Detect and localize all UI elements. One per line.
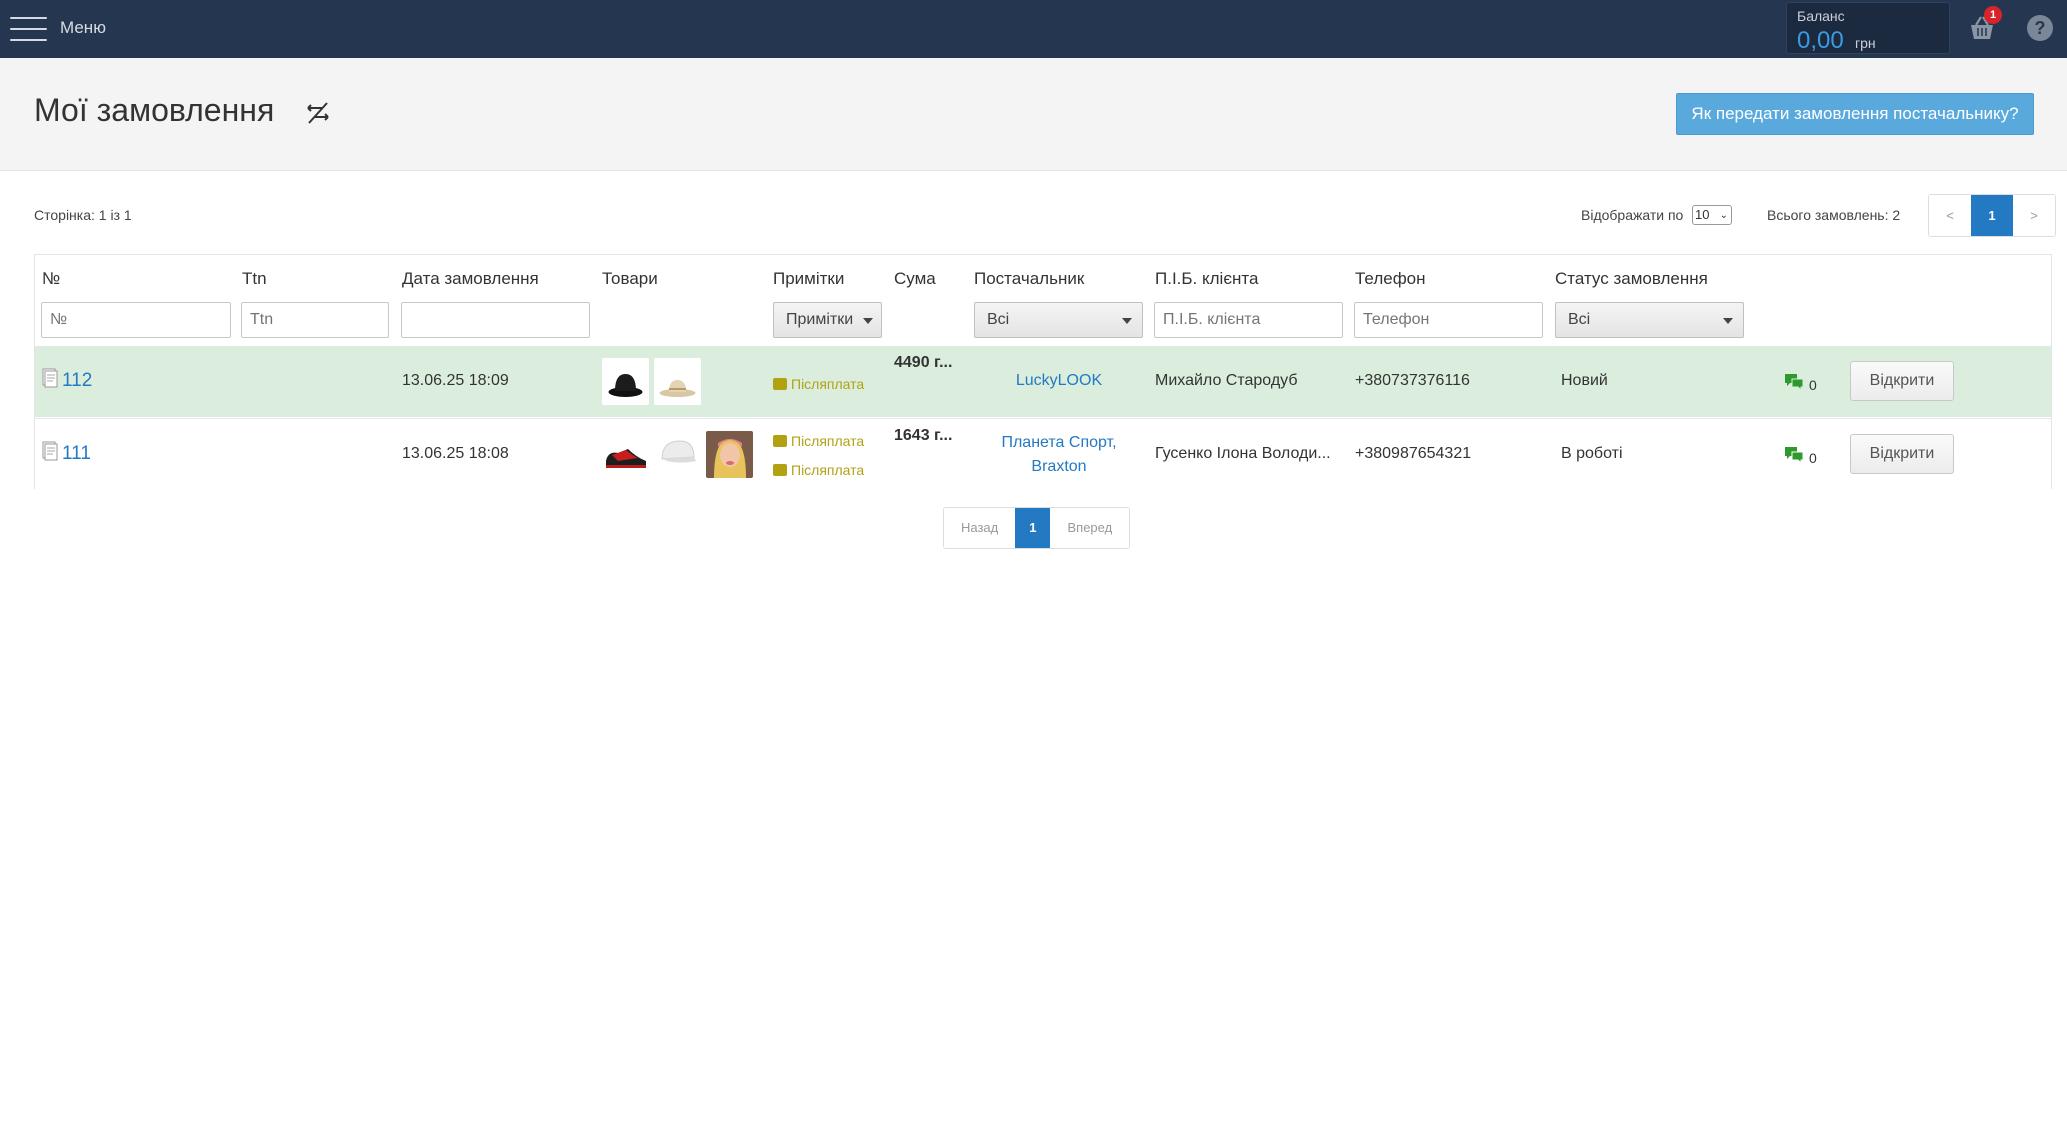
page-header: Мої замовлення Як передати замовлення по… <box>0 58 2067 171</box>
product-thumb-black-hat[interactable] <box>602 358 649 405</box>
product-thumb-beige-hat[interactable] <box>654 358 701 405</box>
supplier-name[interactable]: Планета Спорт, <box>974 431 1144 455</box>
filter-phone-input[interactable] <box>1354 302 1543 338</box>
col-header-status: Статус замовлення <box>1555 269 1708 288</box>
hamburger-menu-icon[interactable] <box>10 17 47 41</box>
note-badge: Післяплата <box>773 376 864 392</box>
filter-supplier-select[interactable]: Всі <box>974 302 1143 338</box>
product-thumb-woman-photo[interactable] <box>706 431 753 478</box>
filter-status-value: Всі <box>1568 311 1591 328</box>
balance-box: Баланс 0,00 грн <box>1786 2 1950 54</box>
cart-count-badge: 1 <box>1984 6 2002 24</box>
col-header-sum: Сума <box>894 269 936 288</box>
page-size-value: 10 <box>1695 207 1710 222</box>
balance-label: Баланс <box>1797 8 1845 24</box>
top-bar: Меню Баланс 0,00 грн 1 ? <box>0 0 2067 58</box>
orders-table: № Ttn Дата замовлення Товари Примітки Су… <box>34 254 2052 489</box>
message-count: 0 <box>1809 450 1817 466</box>
order-sum: 1643 г... <box>894 427 953 444</box>
client-phone: +380737376116 <box>1355 372 1470 389</box>
pager-page-1[interactable]: 1 <box>1015 508 1051 548</box>
chat-icon[interactable] <box>1784 373 1804 391</box>
col-header-phone: Телефон <box>1355 269 1426 288</box>
client-name: Михайло Стародуб <box>1155 372 1298 389</box>
table-row: 112 13.06.25 18:09 Післяплата 4490 г... … <box>35 346 2051 417</box>
pager-page-1[interactable]: 1 <box>1971 195 2013 236</box>
pager-bottom: Назад 1 Вперед <box>943 507 1131 549</box>
balance-value: 0,00 <box>1797 27 1844 54</box>
wallet-icon <box>773 464 787 476</box>
client-name: Гусенко Ілона Володи... <box>1155 445 1331 462</box>
supplier-name[interactable]: Braxton <box>974 455 1144 479</box>
col-header-goods: Товари <box>602 269 658 288</box>
chevron-down-icon: ⌄ <box>1719 210 1728 221</box>
show-by-label: Відображати по <box>1581 207 1684 223</box>
order-status: Новий <box>1561 372 1608 389</box>
col-header-notes: Примітки <box>773 269 845 288</box>
open-order-button[interactable]: Відкрити <box>1850 434 1954 474</box>
col-header-ttn: Ttn <box>242 269 267 288</box>
help-icon[interactable]: ? <box>2027 15 2053 41</box>
chat-icon[interactable] <box>1784 446 1804 464</box>
message-count: 0 <box>1809 377 1817 393</box>
total-orders: Всього замовлень: 2 <box>1767 207 1901 223</box>
order-status: В роботі <box>1561 445 1623 462</box>
col-header-supplier: Постачальник <box>974 269 1085 288</box>
table-row: 111 13.06.25 18:08 Післяплата Післяплата… <box>35 418 2051 489</box>
filter-status-select[interactable]: Всі <box>1555 302 1744 338</box>
dropdown-caret-icon <box>1723 318 1733 324</box>
open-order-button[interactable]: Відкрити <box>1850 361 1954 401</box>
note-badge: Післяплата <box>773 433 864 449</box>
col-header-date: Дата замовлення <box>402 269 539 288</box>
document-icon[interactable] <box>42 368 58 388</box>
page-info: Сторінка: 1 із 1 <box>34 207 132 223</box>
note-text: Післяплата <box>791 462 865 478</box>
filter-ttn-input[interactable] <box>241 302 389 338</box>
col-header-number: № <box>42 269 61 288</box>
wallet-icon <box>773 378 787 390</box>
order-date: 13.06.25 18:08 <box>402 445 509 462</box>
client-phone: +380987654321 <box>1355 445 1472 462</box>
page-size-select[interactable]: 10 ⌄ <box>1692 205 1732 225</box>
filter-notes-select[interactable]: Примітки <box>773 302 882 338</box>
filter-number-input[interactable] <box>41 302 231 338</box>
pager-top: < 1 > <box>1928 194 2056 237</box>
menu-label[interactable]: Меню <box>60 18 106 38</box>
dropdown-caret-icon <box>863 318 873 324</box>
filter-notes-value: Примітки <box>786 311 854 328</box>
order-number-link[interactable]: 112 <box>62 370 92 392</box>
howto-transfer-order-button[interactable]: Як передати замовлення постачальнику? <box>1676 93 2034 135</box>
pager-forward-button[interactable]: Вперед <box>1050 508 1130 548</box>
note-badge: Післяплата <box>773 462 864 478</box>
dropdown-caret-icon <box>1122 318 1132 324</box>
order-date: 13.06.25 18:09 <box>402 372 509 389</box>
product-thumb-white-cap[interactable] <box>654 431 701 478</box>
filter-supplier-value: Всі <box>987 311 1010 328</box>
supplier-link[interactable]: LuckyLOOK <box>974 369 1144 393</box>
wallet-icon <box>773 435 787 447</box>
note-text: Післяплата <box>791 433 865 449</box>
order-number-link[interactable]: 111 <box>62 443 91 465</box>
pager-next-button[interactable]: > <box>2013 195 2055 236</box>
order-sum: 4490 г... <box>894 354 953 371</box>
page-title: Мої замовлення <box>34 92 275 128</box>
balance-currency: грн <box>1855 35 1876 51</box>
filter-client-input[interactable] <box>1154 302 1343 338</box>
document-icon[interactable] <box>42 441 58 461</box>
filter-off-icon[interactable] <box>305 100 331 126</box>
supplier-link[interactable]: Планета Спорт, Braxton <box>974 431 1144 479</box>
col-header-client: П.І.Б. клієнта <box>1155 269 1259 288</box>
filter-date-input[interactable] <box>401 302 590 338</box>
pager-back-button[interactable]: Назад <box>944 508 1016 548</box>
note-text: Післяплата <box>791 376 865 392</box>
pager-prev-button[interactable]: < <box>1929 195 1971 236</box>
product-thumb-red-sneaker[interactable] <box>602 431 649 478</box>
